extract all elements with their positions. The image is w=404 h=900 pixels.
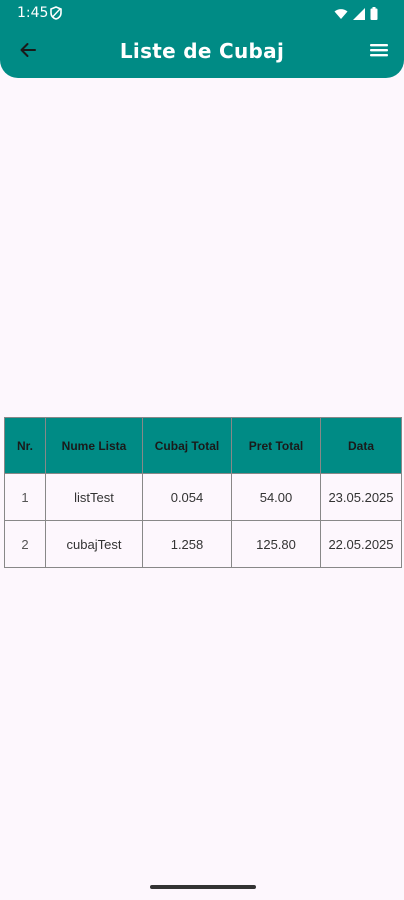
- hamburger-menu-icon: [369, 42, 389, 63]
- header-nume-lista: Nume Lista: [45, 417, 143, 474]
- wifi-icon: [334, 7, 348, 25]
- battery-icon: [370, 7, 378, 25]
- cubaj-list-table: Nr. Nume Lista Cubaj Total Pret Total Da…: [4, 417, 402, 568]
- header-cubaj-total: Cubaj Total: [142, 417, 232, 474]
- table-row[interactable]: 1 listTest 0.054 54.00 23.05.2025: [4, 473, 402, 521]
- cell-pret: 125.80: [231, 520, 321, 568]
- app-header: 1:45 Liste de Cubaj: [0, 0, 404, 78]
- cell-nr: 2: [4, 520, 46, 568]
- header-pret-total: Pret Total: [231, 417, 321, 474]
- signal-icon: [353, 7, 365, 25]
- status-bar: 1:45: [0, 0, 404, 26]
- cell-name: listTest: [45, 473, 143, 521]
- page-title: Liste de Cubaj: [119, 39, 285, 63]
- cell-nr: 1: [4, 473, 46, 521]
- cell-name: cubajTest: [45, 520, 143, 568]
- menu-button[interactable]: [366, 39, 392, 65]
- header-nr: Nr.: [4, 417, 46, 474]
- cell-data: 23.05.2025: [320, 473, 402, 521]
- cell-cubaj: 0.054: [142, 473, 232, 521]
- status-icons: [334, 7, 378, 25]
- table-header-row: Nr. Nume Lista Cubaj Total Pret Total Da…: [4, 417, 402, 474]
- cell-data: 22.05.2025: [320, 520, 402, 568]
- table-row[interactable]: 2 cubajTest 1.258 125.80 22.05.2025: [4, 520, 402, 568]
- header-data: Data: [320, 417, 402, 474]
- shield-icon: [50, 6, 62, 20]
- cell-cubaj: 1.258: [142, 520, 232, 568]
- home-indicator[interactable]: [150, 885, 256, 889]
- status-time: 1:45: [17, 5, 49, 21]
- cell-pret: 54.00: [231, 473, 321, 521]
- toolbar: Liste de Cubaj: [0, 26, 404, 78]
